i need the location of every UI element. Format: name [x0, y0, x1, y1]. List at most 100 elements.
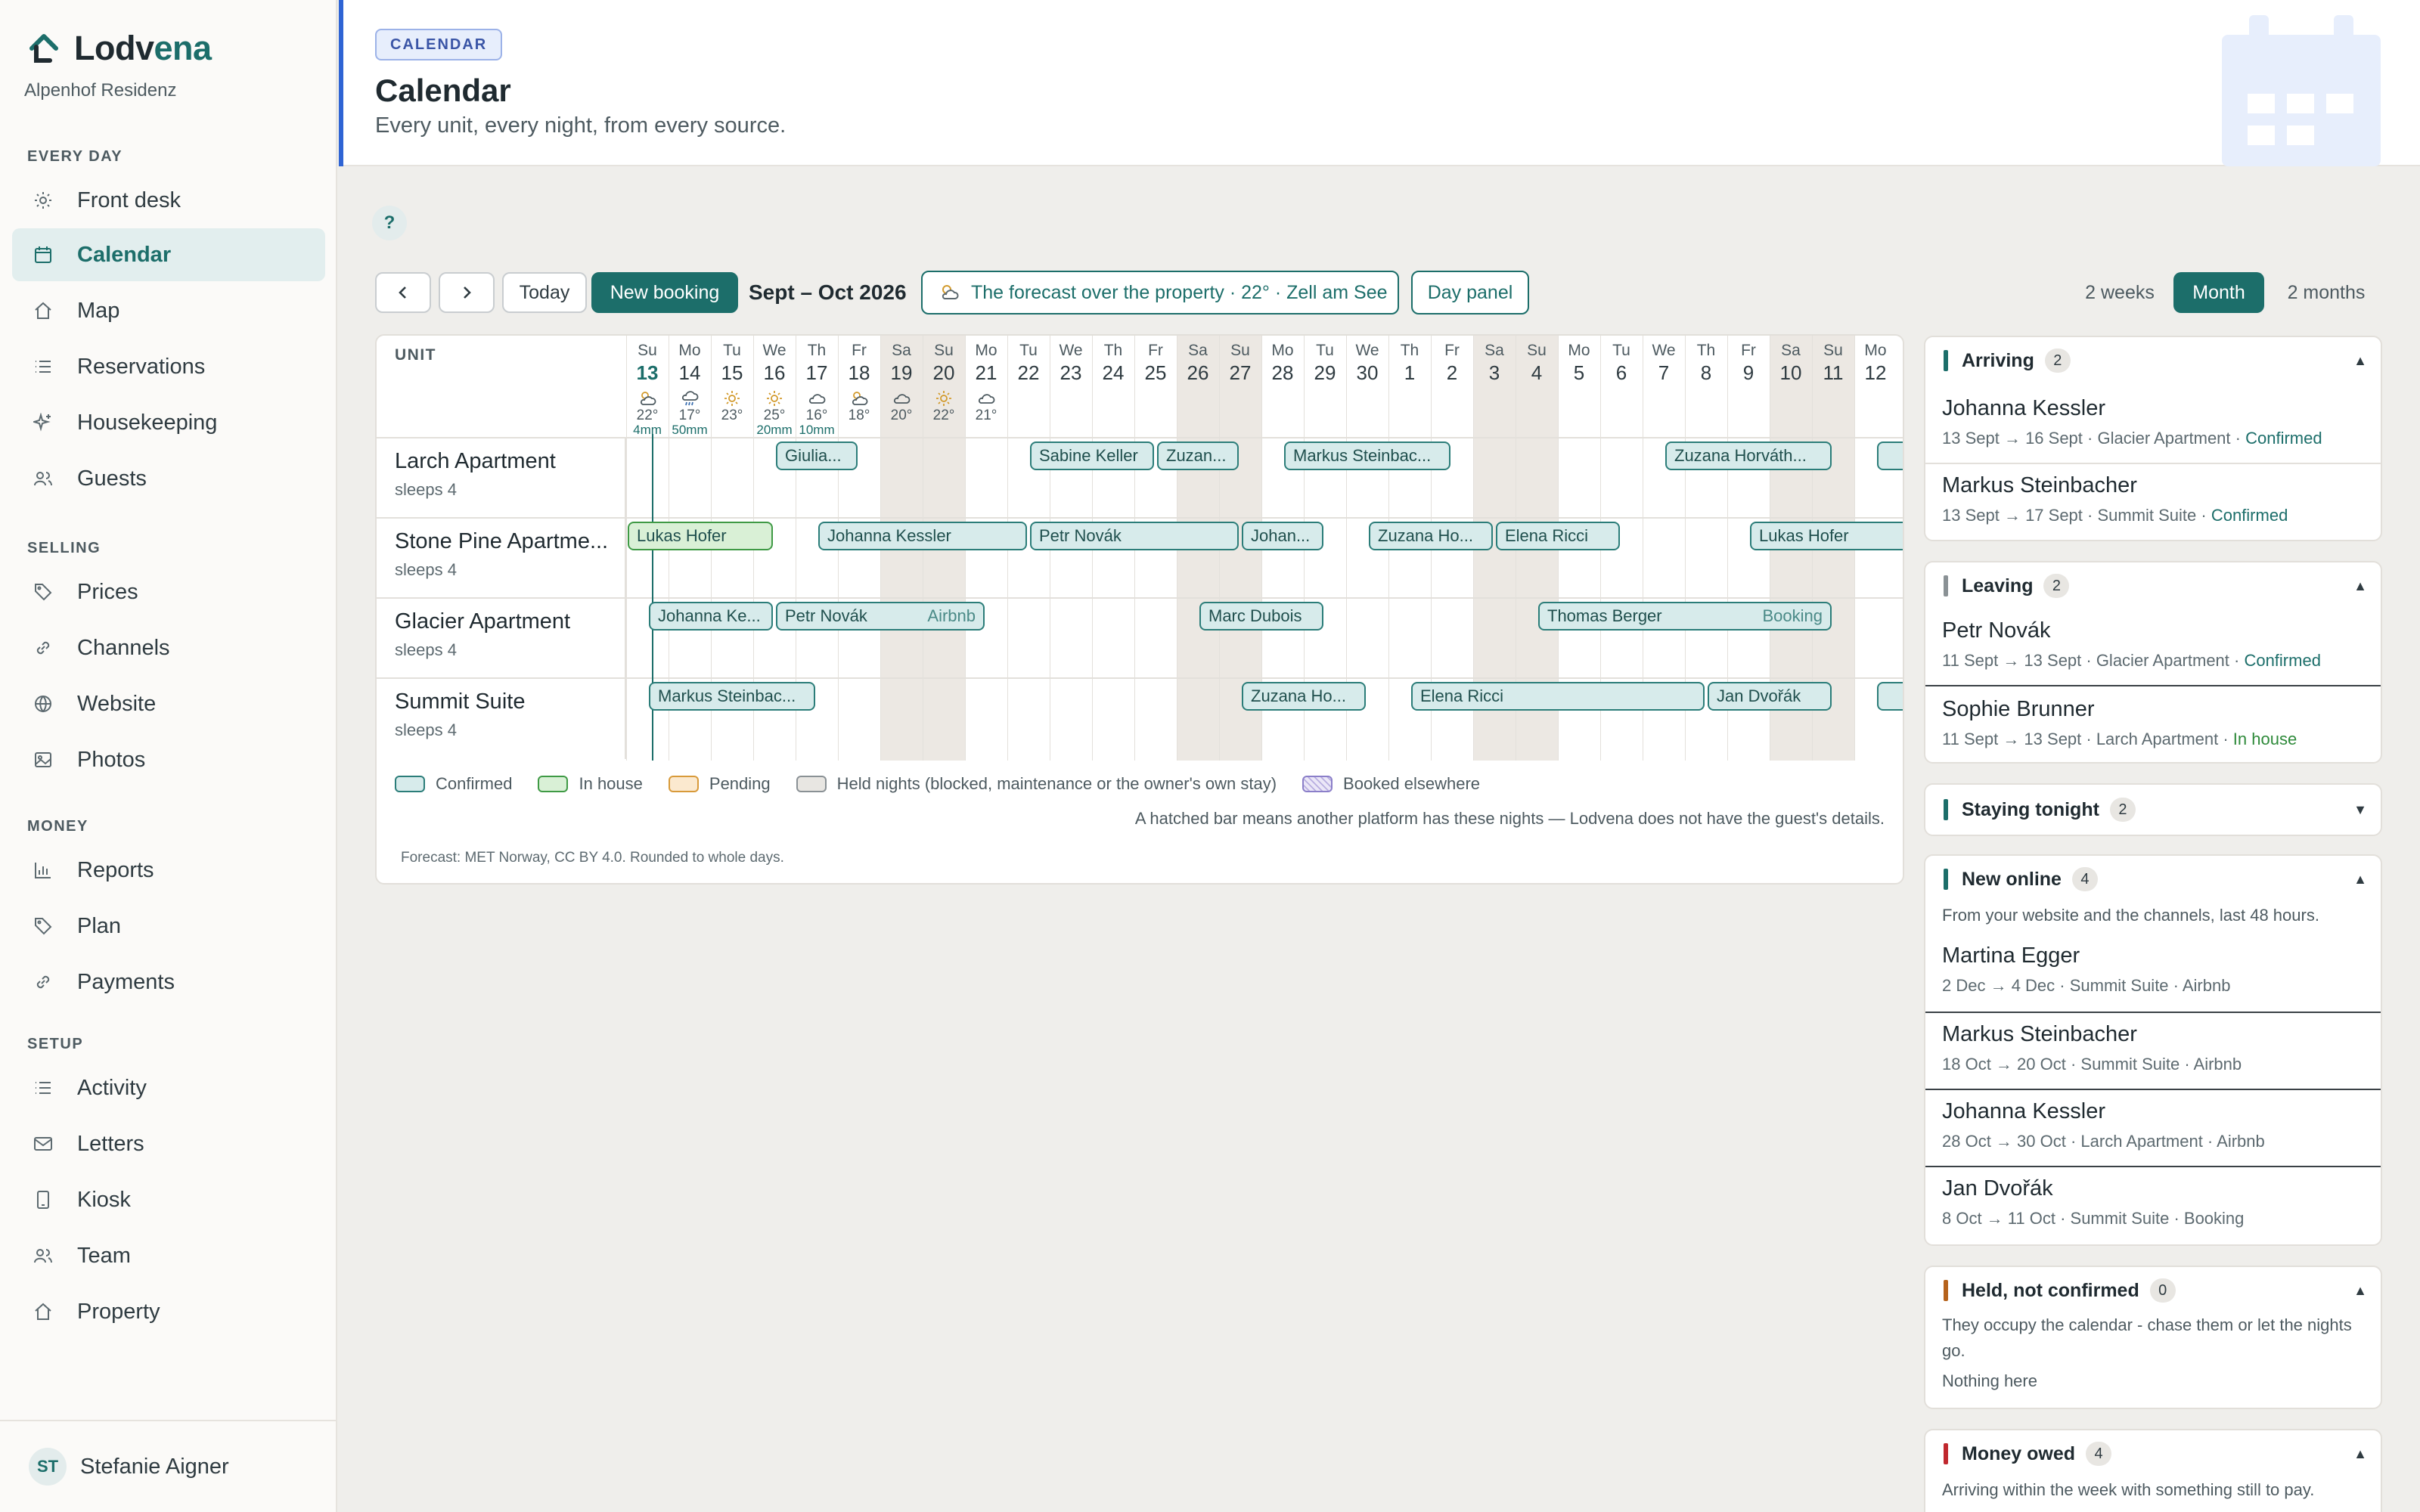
booking-bar[interactable]: Marc Dubois [1199, 602, 1323, 631]
new-online-entry[interactable]: Jan Dvořák 8 Oct → 11 Oct · Summit Suite… [1925, 1176, 2381, 1228]
day-header[interactable]: We 23 [1050, 342, 1092, 385]
day-header[interactable]: Th 17 16° 10mm [796, 342, 838, 436]
leaving-entry[interactable]: Petr Novák 11 Sept → 13 Sept · Glacier A… [1925, 618, 2381, 671]
booking-bar[interactable]: Lukas Hofer [628, 522, 773, 550]
booking-bar[interactable]: Elena Ricci [1496, 522, 1620, 550]
brand-logo[interactable]: Lodv ena [27, 27, 212, 70]
sidebar-item-map[interactable]: Map [12, 284, 325, 337]
booking-bar[interactable]: Giulia... [776, 442, 858, 470]
sidebar-item-channels[interactable]: Channels [12, 621, 325, 674]
day-header[interactable]: Fr 18 18° [838, 342, 880, 424]
arriving-entry[interactable]: Johanna Kessler 13 Sept → 16 Sept · Glac… [1925, 396, 2381, 448]
day-header[interactable]: Th 8 [1685, 342, 1727, 385]
sidebar-item-front-desk[interactable]: Front desk [12, 174, 325, 227]
booking-bar[interactable]: Elena Ricci [1411, 682, 1705, 711]
booking-bar[interactable]: Petr Novák Airbnb [776, 602, 985, 631]
new-booking-button[interactable]: New booking [591, 272, 738, 313]
sidebar-item-letters[interactable]: Letters [12, 1117, 325, 1170]
day-header[interactable]: Mo 12 [1854, 342, 1897, 385]
day-header[interactable]: Su 4 [1516, 342, 1558, 385]
staying-panel-header[interactable]: Staying tonight 2 ▼ [1925, 785, 2381, 835]
day-header[interactable]: Fr 2 [1431, 342, 1473, 385]
day-header[interactable]: We 30 [1346, 342, 1388, 385]
day-header[interactable]: We 16 25° 20mm [753, 342, 796, 436]
day-header[interactable]: Su 13 22° 4mm [626, 342, 669, 436]
sidebar-item-property[interactable]: Property [12, 1285, 325, 1338]
today-button[interactable]: Today [502, 272, 587, 313]
day-header[interactable]: Sa 10 [1770, 342, 1812, 385]
previous-button[interactable] [375, 272, 431, 313]
booking-bar[interactable]: Zuzana Horváth... [1665, 442, 1832, 470]
new-online-entry[interactable]: Markus Steinbacher 18 Oct → 20 Oct · Sum… [1925, 1022, 2381, 1074]
user-menu[interactable]: ST Stefanie Aigner [0, 1420, 337, 1512]
leaving-panel-header[interactable]: Leaving 2 ▲ [1925, 562, 2381, 609]
sidebar-item-housekeeping[interactable]: Housekeeping [12, 396, 325, 449]
booking-bar[interactable]: Zuzana Ho... [1242, 682, 1366, 711]
day-header[interactable]: Sa 26 [1177, 342, 1219, 385]
booking-bar[interactable]: Jan Dvořák [1708, 682, 1832, 711]
booking-bar[interactable]: Johanna Kessler [818, 522, 1027, 550]
day-header[interactable]: Mo 21 21° [965, 342, 1007, 424]
new-online-entry[interactable]: Johanna Kessler 28 Oct → 30 Oct · Larch … [1925, 1099, 2381, 1151]
day-header[interactable]: Tu 6 [1600, 342, 1643, 385]
day-header[interactable]: We 7 [1643, 342, 1685, 385]
unit-label[interactable]: Larch Apartment sleeps 4 [377, 438, 626, 519]
sidebar-item-reports[interactable]: Reports [12, 844, 325, 897]
booking-bar[interactable] [1877, 442, 1903, 470]
sidebar-item-website[interactable]: Website [12, 677, 325, 730]
unit-label[interactable]: Stone Pine Apartme... sleeps 4 [377, 519, 626, 599]
day-header[interactable]: Mo 14 17° 50mm [669, 342, 711, 436]
sidebar-item-team[interactable]: Team [12, 1229, 325, 1282]
day-header[interactable]: Th 1 [1388, 342, 1431, 385]
day-header[interactable]: Fr 25 [1134, 342, 1177, 385]
day-header[interactable]: Su 11 [1812, 342, 1854, 385]
day-header[interactable]: Mo 28 [1261, 342, 1304, 385]
day-header[interactable]: Mo 5 [1558, 342, 1600, 385]
sidebar-item-calendar[interactable]: Calendar [12, 228, 325, 281]
booking-bar[interactable]: Markus Steinbac... [1284, 442, 1450, 470]
leaving-entry[interactable]: Sophie Brunner 11 Sept → 13 Sept · Larch… [1925, 697, 2381, 749]
day-header[interactable]: Sa 3 [1473, 342, 1516, 385]
arriving-entry[interactable]: Markus Steinbacher 13 Sept → 17 Sept · S… [1925, 473, 2381, 525]
booking-bar[interactable]: Zuzan... [1157, 442, 1239, 470]
day-header[interactable]: Tu 15 23° [711, 342, 753, 424]
day-header[interactable]: Su 27 [1219, 342, 1261, 385]
sidebar-item-activity[interactable]: Activity [12, 1061, 325, 1114]
next-button[interactable] [439, 272, 495, 313]
booking-bar[interactable]: Sabine Keller [1030, 442, 1154, 470]
booking-bar[interactable]: Petr Novák [1030, 522, 1239, 550]
arriving-panel-header[interactable]: Arriving 2 ▲ [1925, 337, 2381, 384]
unit-label[interactable]: Glacier Apartment sleeps 4 [377, 599, 626, 679]
new-online-entry[interactable]: Martina Egger 2 Dec → 4 Dec · Summit Sui… [1925, 943, 2381, 996]
day-header[interactable]: Su 20 22° [923, 342, 965, 424]
forecast-button[interactable]: The forecast over the property · 22° · Z… [921, 271, 1399, 314]
help-button[interactable]: ? [372, 206, 407, 240]
booking-bar[interactable]: Lukas Hofer [1750, 522, 1903, 550]
held-panel-header[interactable]: Held, not confirmed 0 ▲ [1925, 1267, 2381, 1314]
sidebar-item-payments[interactable]: Payments [12, 956, 325, 1009]
sidebar-item-kiosk[interactable]: Kiosk [12, 1173, 325, 1226]
unit-label[interactable]: Summit Suite sleeps 4 [377, 679, 626, 759]
booking-bar[interactable]: Johan... [1242, 522, 1323, 550]
day-header[interactable]: Th 24 [1092, 342, 1134, 385]
sidebar-item-reservations[interactable]: Reservations [12, 340, 325, 393]
view-2-months[interactable]: 2 months [2275, 272, 2378, 313]
booking-bar[interactable]: Thomas Berger Booking [1538, 602, 1832, 631]
day-header[interactable]: Tu 22 [1007, 342, 1050, 385]
money-owed-panel-header[interactable]: Money owed 4 ▲ [1925, 1430, 2381, 1477]
view-month[interactable]: Month [2173, 272, 2264, 313]
sidebar-item-plan[interactable]: Plan [12, 900, 325, 953]
view-2-weeks[interactable]: 2 weeks [2071, 272, 2169, 313]
booking-bar[interactable]: Zuzana Ho... [1369, 522, 1493, 550]
sidebar-item-guests[interactable]: Guests [12, 452, 325, 505]
booking-bar[interactable] [1877, 682, 1903, 711]
day-header[interactable]: Sa 19 20° [880, 342, 923, 424]
new-online-panel-header[interactable]: New online 4 ▲ [1925, 856, 2381, 903]
day-panel-button[interactable]: Day panel [1411, 271, 1529, 314]
day-header[interactable]: Fr 9 [1727, 342, 1770, 385]
sidebar-item-prices[interactable]: Prices [12, 565, 325, 618]
day-header[interactable]: Tu 29 [1304, 342, 1346, 385]
booking-bar[interactable]: Markus Steinbac... [649, 682, 815, 711]
sidebar-item-photos[interactable]: Photos [12, 733, 325, 786]
booking-bar[interactable]: Johanna Ke... [649, 602, 773, 631]
